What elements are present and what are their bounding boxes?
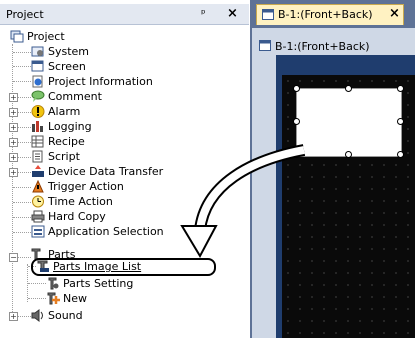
screen-icon xyxy=(31,60,44,72)
tree-item-label: Comment xyxy=(48,90,102,103)
tab-close-button[interactable]: × xyxy=(389,6,400,21)
tree-item-label: Trigger Action xyxy=(48,180,124,193)
tree-item-label: Hard Copy xyxy=(48,210,106,223)
device-transfer-icon xyxy=(32,165,44,177)
expand-toggle[interactable]: + xyxy=(9,153,18,162)
comment-icon xyxy=(31,90,45,102)
screen-icon xyxy=(262,9,274,20)
resize-handle[interactable] xyxy=(397,118,404,125)
info-icon xyxy=(32,75,43,88)
tree-item-label: Parts Setting xyxy=(63,277,134,290)
expand-toggle[interactable]: + xyxy=(9,168,18,177)
project-icon xyxy=(10,30,24,43)
resize-handle[interactable] xyxy=(345,151,352,158)
project-panel-title: Project xyxy=(6,8,44,21)
resize-handle[interactable] xyxy=(293,85,300,92)
tree-item-label: Recipe xyxy=(48,135,85,148)
tree-item-label: System xyxy=(48,45,90,58)
tree-connector xyxy=(12,44,13,320)
tab-label: B-1:(Front+Back) xyxy=(278,8,373,21)
highlight-outline xyxy=(31,258,216,276)
logging-icon xyxy=(32,121,43,132)
tree-item-label: Script xyxy=(48,150,80,163)
tree-item-label: Project xyxy=(27,30,65,43)
expand-toggle[interactable]: + xyxy=(9,93,18,102)
new-part-icon xyxy=(47,292,60,305)
script-icon xyxy=(32,150,43,163)
panel-close-button[interactable]: × xyxy=(227,6,238,21)
clock-icon xyxy=(32,195,44,208)
tree-item-label: Application Selection xyxy=(48,225,164,238)
collapse-toggle[interactable]: − xyxy=(9,253,18,262)
tree-item-label: Sound xyxy=(48,309,83,322)
application-selection-icon xyxy=(31,225,45,238)
expand-toggle[interactable]: + xyxy=(9,138,18,147)
alarm-icon xyxy=(31,105,45,118)
resize-handle[interactable] xyxy=(397,85,404,92)
parts-setting-icon xyxy=(48,277,59,290)
tree-item-label: Screen xyxy=(48,60,86,73)
system-icon xyxy=(31,46,44,57)
tree-item-label: Logging xyxy=(48,120,92,133)
tree-item-label: New xyxy=(63,292,87,305)
trigger-action-icon xyxy=(32,180,44,193)
tree-item-label: Time Action xyxy=(48,195,113,208)
tab-b1-front-back[interactable]: B-1:(Front+Back) × xyxy=(256,4,404,25)
resize-handle[interactable] xyxy=(397,151,404,158)
resize-handle[interactable] xyxy=(293,151,300,158)
expand-toggle[interactable]: + xyxy=(9,312,18,321)
recipe-icon xyxy=(31,135,44,148)
pin-icon[interactable]: ᵖ xyxy=(201,7,206,20)
printer-icon xyxy=(31,210,45,223)
resize-handle[interactable] xyxy=(345,85,352,92)
tree-item-label: Alarm xyxy=(48,105,81,118)
expand-toggle[interactable]: + xyxy=(9,123,18,132)
tree-item-label: Project Information xyxy=(48,75,153,88)
speaker-icon xyxy=(31,309,43,322)
expand-toggle[interactable]: + xyxy=(9,108,18,117)
resize-handle[interactable] xyxy=(293,118,300,125)
screen-icon xyxy=(259,40,271,51)
selected-part[interactable] xyxy=(296,88,402,157)
editor-window-title: B-1:(Front+Back) xyxy=(275,40,370,53)
tree-item-label: Device Data Transfer xyxy=(48,165,164,178)
